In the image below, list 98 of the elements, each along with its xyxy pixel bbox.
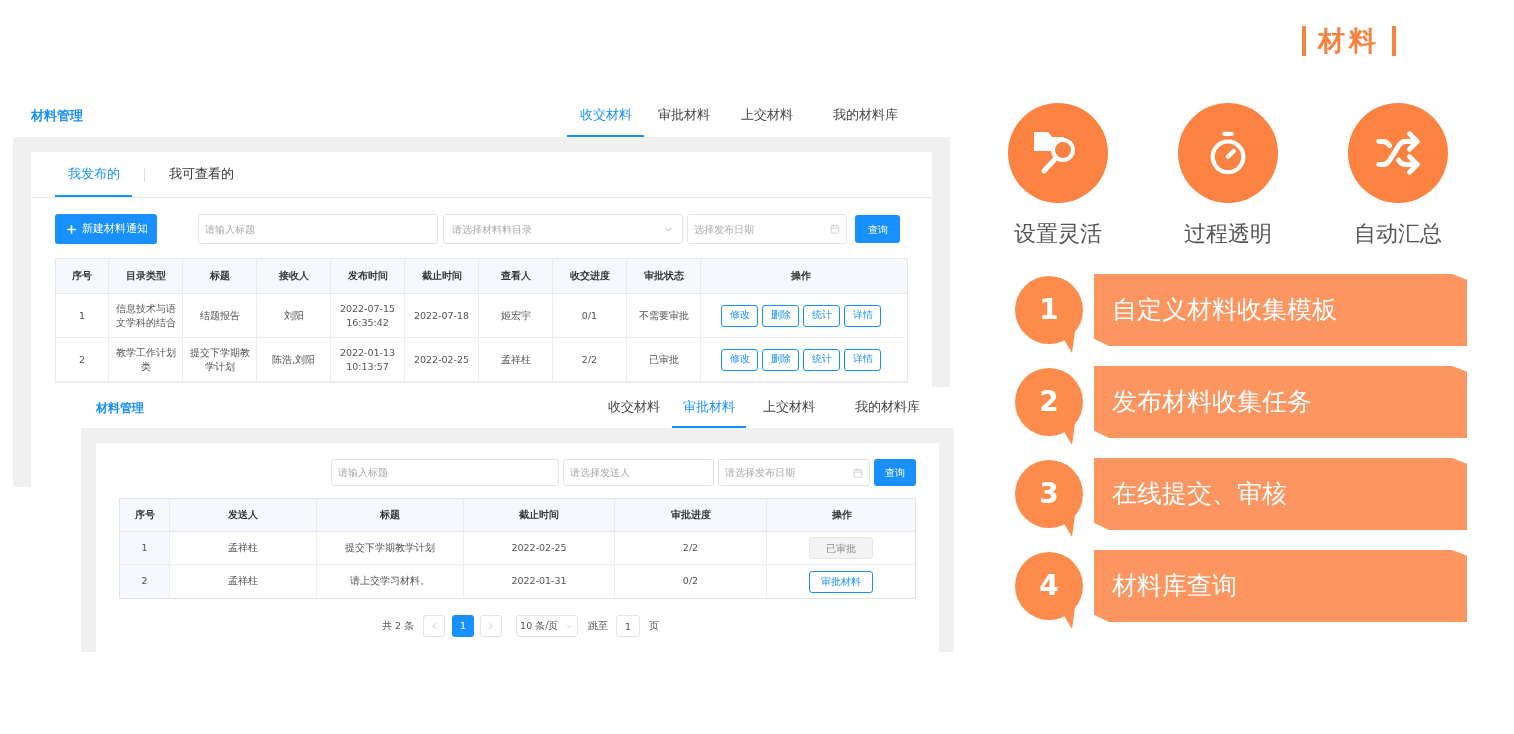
new-notice-button[interactable]: 新建材料通知: [55, 214, 157, 244]
step-text: 发布材料收集任务: [1112, 386, 1312, 419]
table-cell: 姬宏宇: [500, 308, 531, 323]
table-cell: 0/2: [682, 574, 699, 589]
feature-label: 过程透明: [1184, 220, 1272, 248]
column-header: 序号: [72, 268, 92, 283]
nav-tab[interactable]: 收交材料: [596, 387, 672, 428]
table-cell: 提交下学期教学计划: [189, 345, 250, 374]
nav-tab[interactable]: 我的材料库: [832, 387, 942, 428]
table-cell: 2: [78, 352, 85, 367]
feature-label: 设置灵活: [1014, 220, 1102, 248]
row-action-button[interactable]: 删除: [762, 348, 799, 371]
jump-page-input[interactable]: 1: [616, 615, 641, 637]
column-header: 标题: [380, 507, 400, 522]
slide-title: 材料: [1318, 23, 1380, 58]
calendar-icon: [853, 467, 863, 478]
step-number-bubble: 4: [1015, 552, 1083, 620]
table-cell: 孟祥柱: [228, 574, 258, 589]
shuffle-icon: [1375, 130, 1421, 176]
step-text: 材料库查询: [1112, 570, 1237, 603]
step-text: 在线提交、审核: [1112, 478, 1287, 511]
table-cell: 刘阳: [283, 308, 304, 323]
column-header: 接收人: [278, 268, 309, 283]
column-header: 发布时间: [347, 268, 388, 283]
table-cell: 2022-01-31: [511, 574, 567, 589]
row-action-button[interactable]: 统计: [803, 304, 840, 327]
table-cell: 请上交学习材料。: [350, 574, 430, 589]
row-action-button[interactable]: 修改: [721, 304, 758, 327]
app-title: 材料管理: [96, 399, 144, 417]
catalog-select[interactable]: 请选择材料料目录: [443, 214, 683, 244]
table-cell: 0/1: [581, 308, 598, 323]
table-cell: 陈浩,刘阳: [272, 352, 315, 367]
app-title: 材料管理: [31, 107, 83, 126]
table-cell: 已审批: [648, 352, 679, 367]
sub-tab[interactable]: 我可查看的: [157, 152, 234, 197]
column-header: 标题: [209, 268, 230, 283]
column-header: 截止时间: [519, 507, 559, 522]
column-header: 目录类型: [125, 268, 166, 283]
title-input[interactable]: 请输入标题: [198, 214, 438, 244]
column-header: 发送人: [228, 507, 258, 522]
sender-input[interactable]: 请选择发送人: [563, 459, 714, 486]
table-cell: 2/2: [581, 352, 598, 367]
approve-button[interactable]: 审批材料: [809, 570, 873, 593]
table-cell-text: 提交下学期教学计划: [345, 540, 435, 555]
table-cell-text: 1: [141, 540, 148, 555]
table-cell-text: 2/2: [682, 540, 699, 555]
nav-tab[interactable]: 我的材料库: [810, 95, 920, 137]
plus-icon: [64, 222, 78, 236]
column-header: 操作: [832, 507, 852, 522]
row-action-button[interactable]: 统计: [803, 348, 840, 371]
feature-label: 自动汇总: [1354, 220, 1442, 248]
column-header: 查看人: [500, 268, 531, 283]
page-unit-label: 页: [649, 618, 660, 633]
table-cell-text: 2022-02-25: [511, 540, 567, 555]
step-text: 自定义材料收集模板: [1112, 294, 1337, 327]
query-button[interactable]: 查询: [855, 215, 900, 243]
column-header: 审批进度: [670, 507, 711, 522]
table-cell: 孟祥柱: [500, 352, 531, 367]
table-cell: 2: [141, 574, 148, 589]
total-count: 共 2 条: [382, 618, 415, 633]
column-header: 操作: [791, 268, 811, 283]
sub-tab[interactable]: 我发布的: [55, 152, 132, 197]
nav-tab[interactable]: 上交材料: [724, 95, 810, 137]
table-cell: 结题报告: [199, 308, 240, 323]
date-picker[interactable]: 请选择发布日期: [718, 459, 870, 486]
prev-page-button[interactable]: [423, 615, 446, 637]
date-picker[interactable]: 选择发布日期: [687, 214, 847, 244]
step-number-bubble: 1: [1015, 276, 1083, 344]
nav-tab[interactable]: 审批材料: [672, 387, 746, 428]
table-cell-text: 孟祥柱: [228, 540, 258, 555]
table-cell-text: 2022-07-15 16:35:42: [338, 301, 397, 330]
table-cell: 教学工作计划类: [115, 345, 176, 374]
table-cell: 2022-07-18: [413, 308, 470, 323]
column-header: 序号: [134, 507, 155, 522]
nav-tab[interactable]: 上交材料: [746, 387, 832, 428]
query-button[interactable]: 查询: [874, 459, 916, 486]
row-action-button[interactable]: 修改: [721, 348, 758, 371]
jump-label: 跳至: [588, 618, 609, 633]
nav-tab[interactable]: 收交材料: [567, 95, 644, 137]
title-input[interactable]: 请输入标题: [331, 459, 559, 486]
calendar-icon: [830, 224, 840, 234]
row-action-button[interactable]: 详情: [844, 348, 881, 371]
next-page-button[interactable]: [480, 615, 503, 637]
column-header: 审批状态: [643, 268, 684, 283]
table-cell-text: 2022-01-13 10:13:57: [338, 345, 397, 374]
nav-tab[interactable]: 审批材料: [644, 95, 724, 137]
step-number-bubble: 2: [1015, 368, 1083, 436]
row-action-button[interactable]: 详情: [844, 304, 881, 327]
page-button[interactable]: 1: [452, 615, 475, 637]
table-cell: 2022-02-25: [413, 352, 470, 367]
row-action-button[interactable]: 删除: [762, 304, 799, 327]
column-header: 截止时间: [421, 268, 462, 283]
column-header: 收交进度: [569, 268, 610, 283]
step-number-bubble: 3: [1015, 460, 1083, 528]
page-size-select[interactable]: 10 条/页: [516, 615, 579, 637]
table-cell: 不需要审批: [638, 308, 689, 323]
table-cell: 信息技术与语文学科的结合: [115, 301, 176, 330]
table-cell: 1: [78, 308, 85, 323]
